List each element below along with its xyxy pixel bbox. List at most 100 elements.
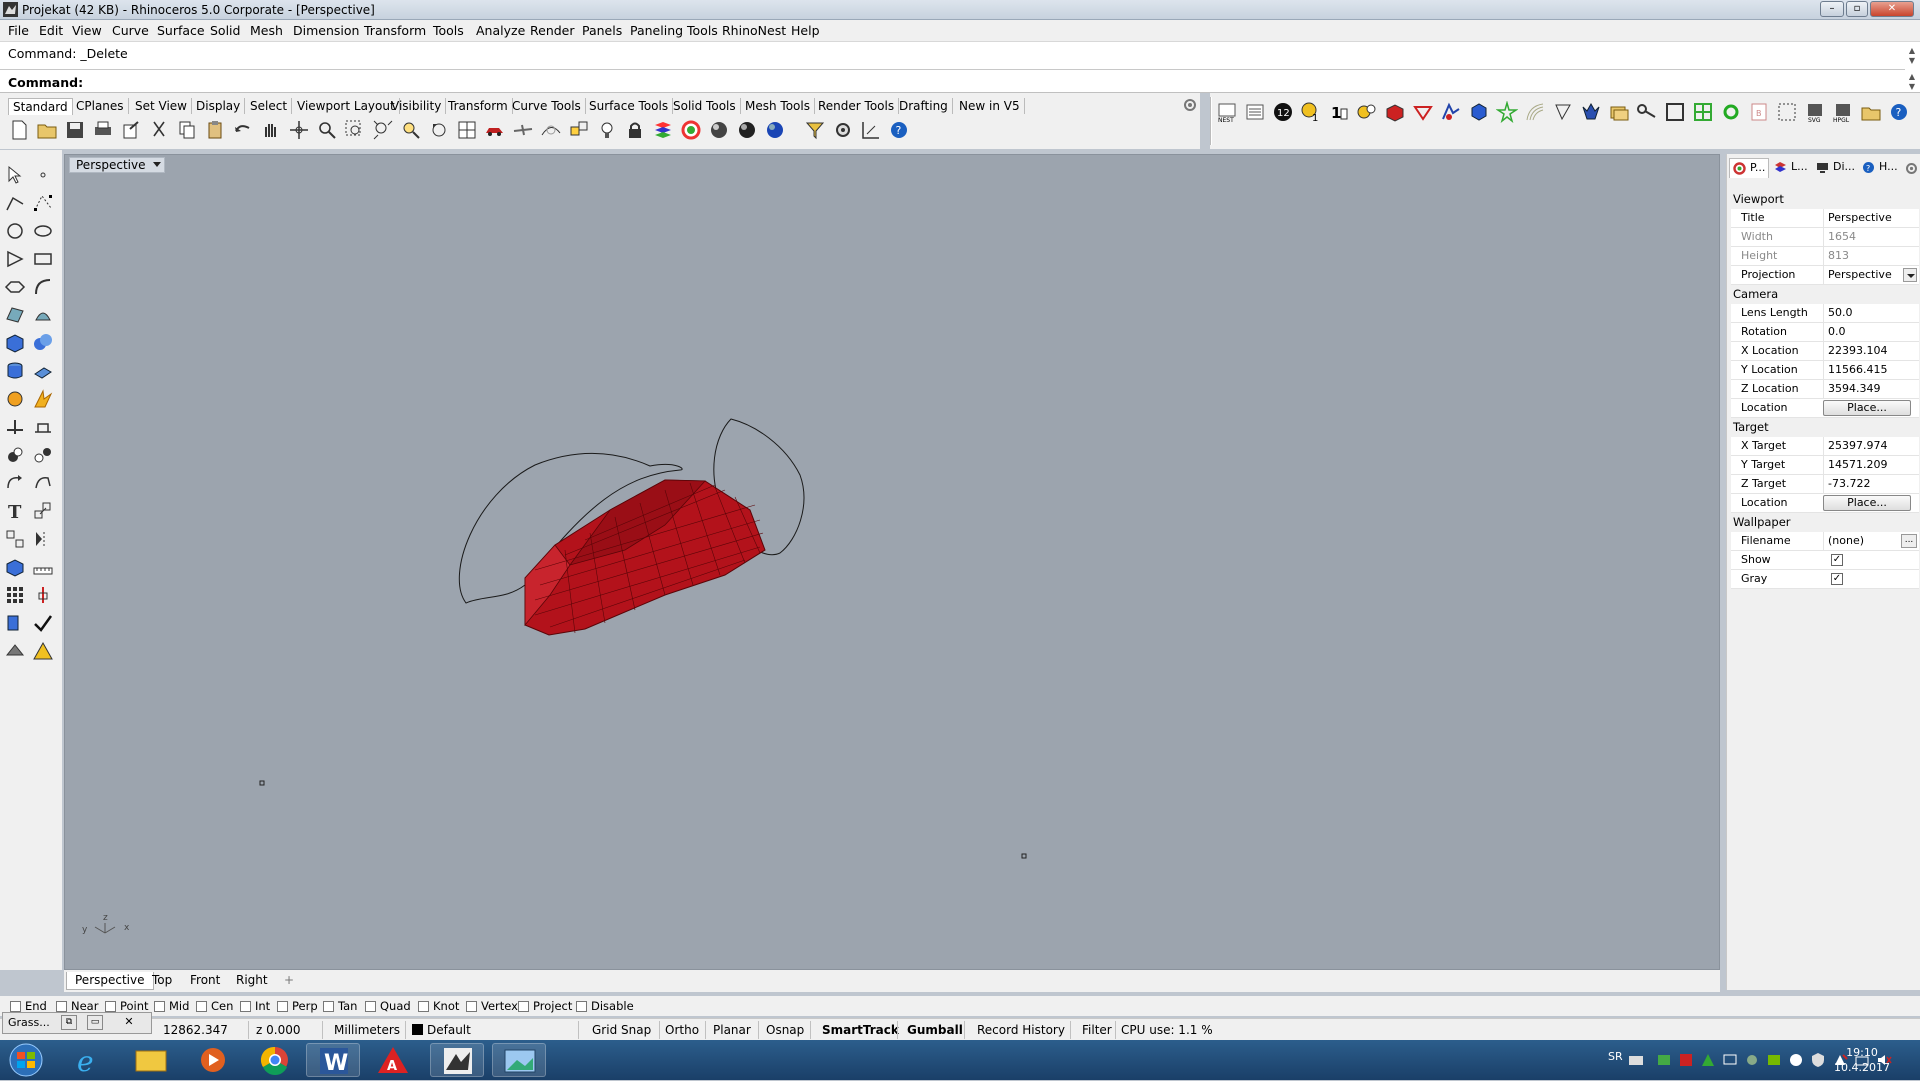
ungroup-icon[interactable] bbox=[32, 444, 54, 466]
gumball-icon[interactable] bbox=[32, 584, 54, 606]
y-location-field[interactable]: 11566.415 bbox=[1823, 361, 1915, 379]
blue-crown-icon[interactable] bbox=[1580, 101, 1602, 123]
tab-select[interactable]: Select bbox=[246, 98, 293, 114]
show-checkbox[interactable]: ✓ bbox=[1831, 554, 1843, 566]
menu-mesh[interactable]: Mesh bbox=[250, 23, 283, 38]
osnap-point[interactable]: Point bbox=[105, 999, 149, 1013]
boolean-icon[interactable] bbox=[32, 332, 54, 354]
warning-icon[interactable] bbox=[32, 640, 54, 662]
menu-paneling-tools[interactable]: Paneling Tools bbox=[630, 23, 718, 38]
checkbox-icon[interactable] bbox=[365, 1001, 376, 1012]
surface-edit-icon[interactable] bbox=[32, 304, 54, 326]
new-file-icon[interactable] bbox=[8, 119, 30, 141]
blue-sphere-icon[interactable] bbox=[764, 119, 786, 141]
ruler-icon[interactable] bbox=[32, 556, 54, 578]
red-block-icon[interactable] bbox=[1384, 101, 1406, 123]
taskbar-explorer[interactable] bbox=[124, 1043, 178, 1077]
curve-icon[interactable] bbox=[540, 119, 562, 141]
checkbox-icon[interactable] bbox=[105, 1001, 116, 1012]
check-icon[interactable] bbox=[32, 612, 54, 634]
tab-solid-tools[interactable]: Solid Tools bbox=[669, 98, 741, 114]
undo-view-icon[interactable] bbox=[428, 119, 450, 141]
x-location-field[interactable]: 22393.104 bbox=[1823, 342, 1915, 360]
keyboard-icon[interactable] bbox=[1628, 1052, 1644, 1068]
layer-icon[interactable] bbox=[652, 119, 674, 141]
yellow-number-icon[interactable]: 1 bbox=[1300, 101, 1322, 123]
osnap-project[interactable]: Project bbox=[518, 999, 572, 1013]
scroll-down-icon[interactable]: ▼ bbox=[1906, 56, 1918, 65]
checkbox-icon[interactable] bbox=[418, 1001, 429, 1012]
vtab-top[interactable]: Top bbox=[144, 972, 180, 990]
grid-array-icon[interactable] bbox=[4, 584, 26, 606]
viewport-title-menu[interactable]: Perspective bbox=[69, 157, 165, 173]
status-filter[interactable]: Filter bbox=[1082, 1023, 1112, 1037]
tab-mesh-tools[interactable]: Mesh Tools bbox=[741, 98, 815, 114]
zoom-selected-icon[interactable] bbox=[400, 119, 422, 141]
lens-length-field[interactable]: 50.0 bbox=[1823, 304, 1915, 322]
rectangle-icon[interactable] bbox=[32, 248, 54, 270]
zoom-window-icon[interactable] bbox=[344, 119, 366, 141]
point-object[interactable] bbox=[259, 780, 265, 786]
scroll-down-icon[interactable]: ▼ bbox=[1906, 82, 1918, 91]
prop-title-value[interactable]: Perspective bbox=[1823, 209, 1915, 227]
help-icon[interactable]: ? bbox=[888, 119, 910, 141]
group-icon[interactable] bbox=[4, 444, 26, 466]
panel-gear-icon[interactable] bbox=[1905, 162, 1918, 175]
close-button[interactable]: ✕ bbox=[1870, 1, 1914, 17]
frame-icon[interactable] bbox=[1664, 101, 1686, 123]
tab-transform[interactable]: Transform bbox=[444, 98, 513, 114]
circle-icon[interactable] bbox=[4, 220, 26, 242]
blue-stack-icon[interactable] bbox=[4, 612, 26, 634]
options-gear-icon[interactable] bbox=[832, 119, 854, 141]
status-planar[interactable]: Planar bbox=[713, 1023, 751, 1037]
rotation-field[interactable]: 0.0 bbox=[1823, 323, 1915, 341]
four-viewports-icon[interactable] bbox=[456, 119, 478, 141]
panel-tab-display[interactable]: Di... bbox=[1813, 158, 1857, 178]
render-spark-icon[interactable] bbox=[32, 388, 54, 410]
status-ortho[interactable]: Ortho bbox=[665, 1023, 699, 1037]
menu-render[interactable]: Render bbox=[530, 23, 575, 38]
point-icon[interactable] bbox=[32, 164, 54, 186]
tab-standard[interactable]: Standard bbox=[8, 98, 73, 115]
tab-new-in-v5[interactable]: New in V5 bbox=[955, 98, 1025, 114]
taskbar-chrome[interactable] bbox=[248, 1043, 302, 1077]
tab-surface-tools[interactable]: Surface Tools bbox=[585, 98, 674, 114]
tab-drafting[interactable]: Drafting bbox=[895, 98, 953, 114]
start-button-icon[interactable] bbox=[4, 1042, 48, 1078]
status-smarttrack[interactable]: SmartTrack bbox=[822, 1023, 899, 1037]
taskbar-autocad[interactable]: A bbox=[366, 1043, 420, 1077]
osnap-near[interactable]: Near bbox=[56, 999, 98, 1013]
select-arrow-icon[interactable] bbox=[4, 164, 26, 186]
checkbox-icon[interactable] bbox=[240, 1001, 251, 1012]
camera-place-button[interactable]: Place... bbox=[1823, 400, 1911, 416]
tray-tool-icon[interactable] bbox=[1744, 1052, 1760, 1068]
menu-surface[interactable]: Surface bbox=[157, 23, 205, 38]
zoom-icon[interactable] bbox=[316, 119, 338, 141]
target-place-button[interactable]: Place... bbox=[1823, 495, 1911, 511]
checkbox-icon[interactable] bbox=[10, 1001, 21, 1012]
svg-export-icon[interactable]: SVG bbox=[1804, 101, 1826, 123]
filter-icon[interactable] bbox=[804, 119, 826, 141]
tab-curve-tools[interactable]: Curve Tools bbox=[508, 98, 586, 114]
osnap-disable[interactable]: Disable bbox=[576, 999, 634, 1013]
menu-transform[interactable]: Transform bbox=[364, 23, 426, 38]
osnap-perp[interactable]: Perp bbox=[277, 999, 318, 1013]
export-icon[interactable] bbox=[120, 119, 142, 141]
lock-icon[interactable] bbox=[624, 119, 646, 141]
light-bulb-icon[interactable] bbox=[596, 119, 618, 141]
nvidia-icon[interactable] bbox=[1766, 1052, 1782, 1068]
scroll-up-icon[interactable]: ▲ bbox=[1906, 46, 1918, 55]
menu-help[interactable]: Help bbox=[791, 23, 820, 38]
status-osnap[interactable]: Osnap bbox=[766, 1023, 804, 1037]
panel-tab-properties[interactable]: P... bbox=[1729, 158, 1769, 178]
gray-checkbox[interactable]: ✓ bbox=[1831, 573, 1843, 585]
analyze-icon[interactable] bbox=[4, 640, 26, 662]
car-icon[interactable] bbox=[484, 119, 506, 141]
extrude-icon[interactable] bbox=[32, 360, 54, 382]
system-clock[interactable]: 19:10 10.4.2017 bbox=[1834, 1045, 1890, 1075]
curves-icon[interactable] bbox=[1524, 101, 1546, 123]
vtab-right[interactable]: Right bbox=[228, 972, 276, 990]
key-icon[interactable] bbox=[1636, 101, 1658, 123]
menu-solid[interactable]: Solid bbox=[210, 23, 240, 38]
status-units[interactable]: Millimeters bbox=[334, 1023, 400, 1037]
